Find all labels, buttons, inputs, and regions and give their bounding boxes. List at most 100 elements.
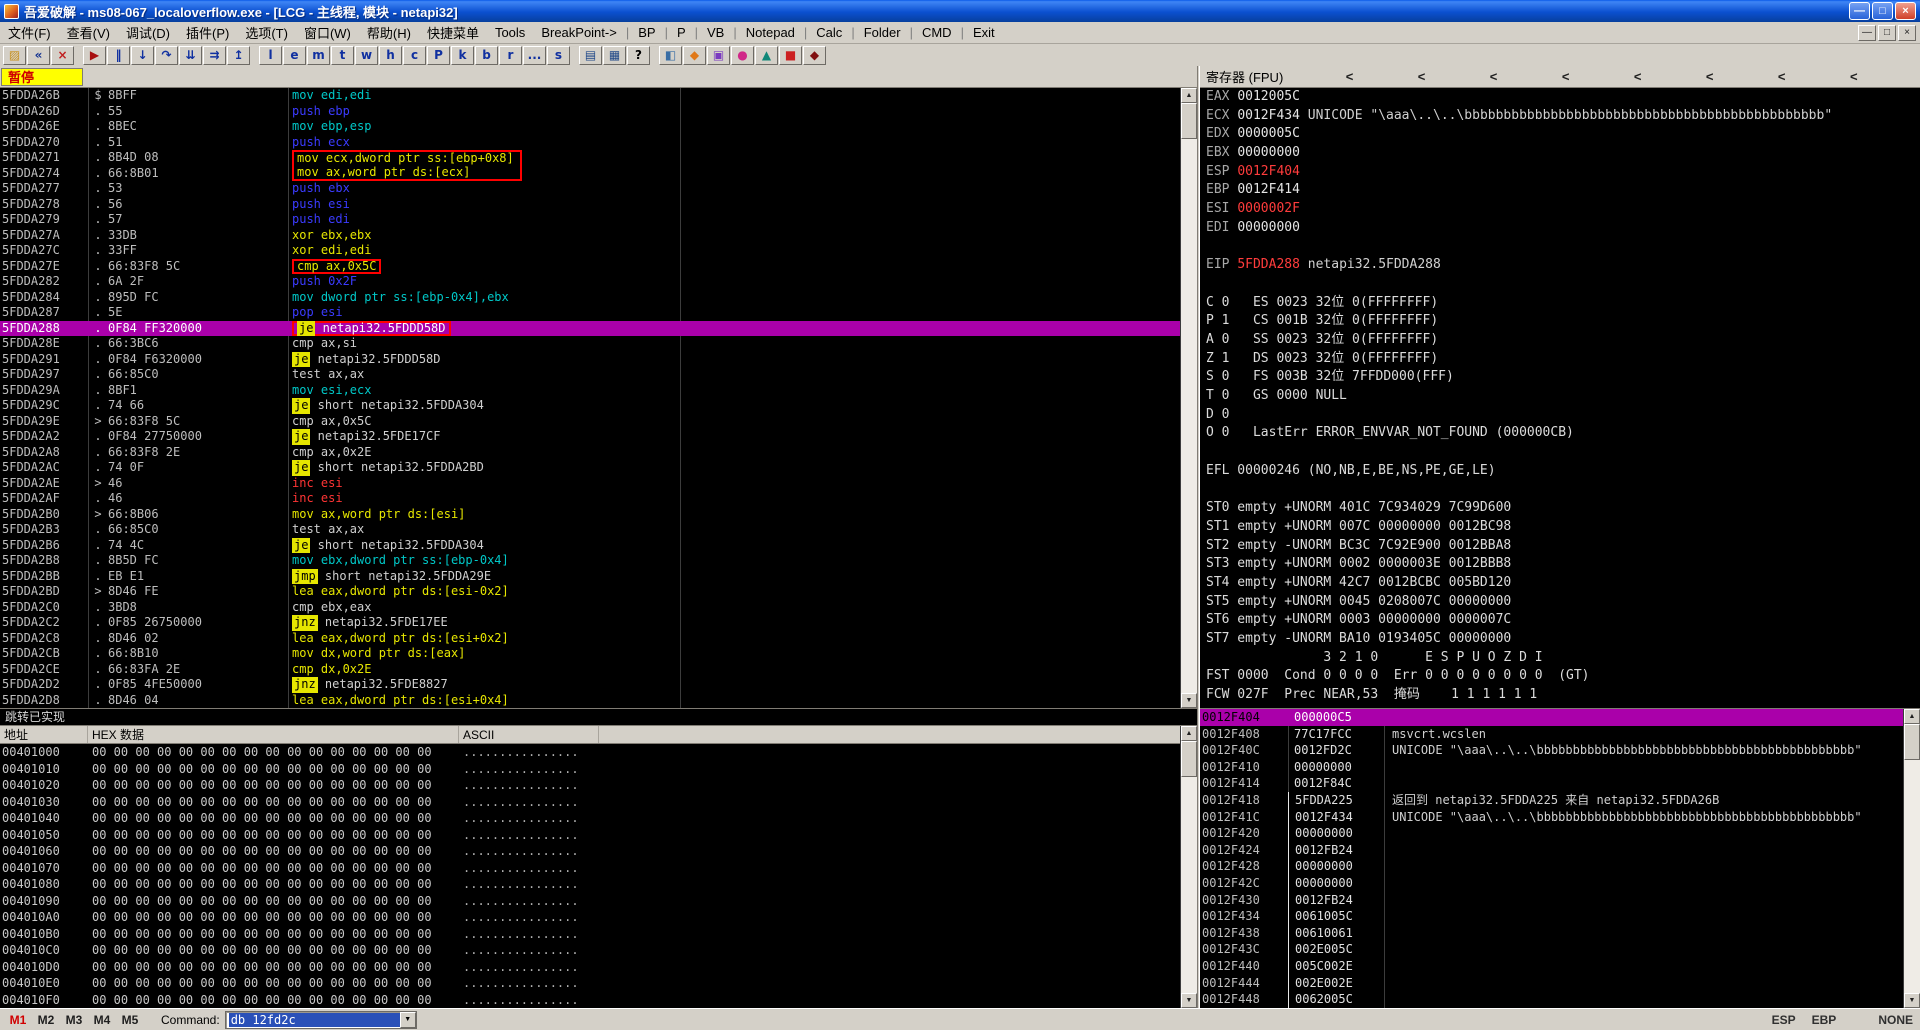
- disasm-row[interactable]: 5FDDA27C. 33FF xor edi,edi: [0, 243, 1180, 259]
- plugin-button-1[interactable]: ◧: [659, 45, 682, 65]
- stack-row[interactable]: 0012F43C 002E005C: [1200, 941, 1903, 958]
- close-process-button[interactable]: ×: [51, 45, 74, 65]
- disasm-row[interactable]: 5FDDA29E >66:83F8 5C cmp ax,0x5C: [0, 414, 1180, 430]
- stack-scrollbar[interactable]: ▲ ▼: [1903, 709, 1920, 1008]
- execute-till-return-button[interactable]: ↥: [227, 45, 250, 65]
- mdi-restore-button[interactable]: □: [1878, 24, 1896, 41]
- flag-line[interactable]: S 0 FS 003B 32位 7FFDD000(FFF): [1206, 368, 1920, 387]
- scroll-up-button[interactable]: ▲: [1181, 88, 1197, 103]
- scroll-down-button[interactable]: ▼: [1904, 993, 1920, 1008]
- flag-line[interactable]: O 0 LastErr ERROR_ENVVAR_NOT_FOUND (0000…: [1206, 424, 1920, 443]
- dump-row[interactable]: 00401060 00 00 00 00 00 00 00 00 00 00 00…: [0, 843, 1180, 860]
- disasm-row[interactable]: 5FDDA270. 51 push ecx: [0, 135, 1180, 151]
- fpu-st6[interactable]: ST6 empty +UNORM 0003 00000000 0000007C: [1206, 611, 1920, 630]
- step-over-button[interactable]: ↷: [155, 45, 178, 65]
- disasm-row[interactable]: 5FDDA2B0 >66:8B06 mov ax,word ptr ds:[esi]: [0, 507, 1180, 523]
- trace-into-button[interactable]: ⇊: [179, 45, 202, 65]
- register-ecx[interactable]: ECX 0012F434 UNICODE "\aaa\..\..\bbbbbbb…: [1206, 107, 1920, 126]
- disasm-row[interactable]: 5FDDA27A. 33DB xor ebx,ebx: [0, 228, 1180, 244]
- register-esp[interactable]: ESP 0012F404: [1206, 163, 1920, 182]
- references-window-button[interactable]: r: [499, 45, 522, 65]
- plugin-button-2[interactable]: ◆: [683, 45, 706, 65]
- fpu-st2[interactable]: ST2 empty -UNORM BC3C 7C92E900 0012BBA8: [1206, 537, 1920, 556]
- title-bar[interactable]: 吾爱破解 - ms08-067_localoverflow.exe - [LCG…: [0, 0, 1920, 22]
- disasm-row[interactable]: 5FDDA297. 66:85C0 test ax,ax: [0, 367, 1180, 383]
- stack-row[interactable]: 0012F424 0012FB24: [1200, 841, 1903, 859]
- fst-line[interactable]: FST 0000 Cond 0 0 0 0 Err 0 0 0 0 0 0 0 …: [1206, 667, 1920, 686]
- fpu-st4[interactable]: ST4 empty +UNORM 42C7 0012BCBC 005BD120: [1206, 574, 1920, 593]
- scroll-up-button[interactable]: ▲: [1181, 726, 1197, 741]
- menu-item-options[interactable]: 选项(T): [237, 21, 296, 44]
- maximize-button[interactable]: □: [1872, 2, 1893, 20]
- disasm-row[interactable]: 5FDDA26B $8BFF mov edi,edi: [0, 88, 1180, 104]
- fpu-st3[interactable]: ST3 empty +UNORM 0002 0000003E 0012BBB8: [1206, 555, 1920, 574]
- pane-chevron-icon[interactable]: <: [1776, 69, 1788, 84]
- dump-row[interactable]: 004010E0 00 00 00 00 00 00 00 00 00 00 00…: [0, 975, 1180, 992]
- help-button[interactable]: ?: [627, 45, 650, 65]
- log-data-button[interactable]: ▤: [579, 45, 602, 65]
- disassembly-view[interactable]: 5FDDA26B $8BFF mov edi,edi 5FDDA26D. 55 push …: [0, 88, 1180, 708]
- disasm-row[interactable]: 5FDDA2A8. 66:83F8 2E cmp ax,0x2E: [0, 445, 1180, 461]
- open-file-button[interactable]: ▨: [3, 45, 26, 65]
- disasm-row[interactable]: 5FDDA2BD >8D46 FE lea eax,dword ptr ds:[es…: [0, 584, 1180, 600]
- pane-chevron-icon[interactable]: <: [1560, 69, 1572, 84]
- stack-view[interactable]: 0012F404 000000C5 0012F408 77C17FCC msvcrt.w…: [1200, 709, 1903, 1008]
- stack-row[interactable]: 0012F408 77C17FCC msvcrt.wcslen: [1200, 726, 1903, 743]
- menu-item-shortcut-menu[interactable]: 快捷菜单: [419, 21, 487, 44]
- quick-button-cmd[interactable]: CMD: [914, 23, 960, 42]
- disasm-row[interactable]: 5FDDA271. 8B4D 08 mov ecx,dword ptr ss:[eb…: [0, 150, 1180, 166]
- menu-item-plugins[interactable]: 插件(P): [178, 21, 237, 44]
- menu-item-file[interactable]: 文件(F): [0, 21, 59, 44]
- register-esi[interactable]: ESI 0000002F: [1206, 200, 1920, 219]
- disasm-row[interactable]: 5FDDA2A2. 0F84 27750000 je netapi32.5FDE17…: [0, 429, 1180, 445]
- flag-line[interactable]: D 0: [1206, 406, 1920, 425]
- dump-row[interactable]: 004010F0 00 00 00 00 00 00 00 00 00 00 00…: [0, 992, 1180, 1009]
- pane-chevron-icon[interactable]: <: [1848, 69, 1860, 84]
- stack-row[interactable]: 0012F440 005C002E: [1200, 957, 1903, 975]
- plugin-button-3[interactable]: ▣: [707, 45, 730, 65]
- tab-m5[interactable]: M5: [117, 1011, 143, 1029]
- stack-row[interactable]: 0012F448 0062005C: [1200, 991, 1903, 1008]
- dump-row[interactable]: 00401030 00 00 00 00 00 00 00 00 00 00 00…: [0, 794, 1180, 811]
- dump-row[interactable]: 004010C0 00 00 00 00 00 00 00 00 00 00 00…: [0, 942, 1180, 959]
- disasm-row[interactable]: 5FDDA2B8. 8B5D FC mov ebx,dword ptr ss:[eb…: [0, 553, 1180, 569]
- scrollbar-thumb[interactable]: [1181, 741, 1197, 777]
- register-edx[interactable]: EDX 0000005C: [1206, 125, 1920, 144]
- disasm-row[interactable]: 5FDDA2CE. 66:83FA 2E cmp dx,0x2E: [0, 662, 1180, 678]
- mdi-minimize-button[interactable]: —: [1858, 24, 1876, 41]
- dump-header-hex[interactable]: HEX 数据: [88, 726, 459, 743]
- patches-window-button[interactable]: P: [427, 45, 450, 65]
- disasm-row[interactable]: 5FDDA2CB. 66:8B10 mov dx,word ptr ds:[eax]: [0, 646, 1180, 662]
- dump-scrollbar[interactable]: ▲ ▼: [1180, 726, 1197, 1008]
- registers-pane[interactable]: EAX 0012005C ECX 0012F434 UNICODE "\aaa\.…: [1200, 88, 1920, 708]
- disasm-row[interactable]: 5FDDA2AF. 46 inc esi: [0, 491, 1180, 507]
- minimize-button[interactable]: —: [1849, 2, 1870, 20]
- stack-row[interactable]: 0012F430 0012FB24: [1200, 891, 1903, 909]
- register-ebx[interactable]: EBX 00000000: [1206, 144, 1920, 163]
- flag-line[interactable]: T 0 GS 0000 NULL: [1206, 387, 1920, 406]
- menu-item-tools-menu[interactable]: Tools: [487, 23, 533, 42]
- efl-line[interactable]: EFL 00000246 (NO,NB,E,BE,NS,PE,GE,LE): [1206, 462, 1920, 481]
- dump-row[interactable]: 00401000 00 00 00 00 00 00 00 00 00 00 00…: [0, 744, 1180, 761]
- disasm-row[interactable]: 5FDDA29A. 8BF1 mov esi,ecx: [0, 383, 1180, 399]
- run-trace-button[interactable]: ...: [523, 45, 546, 65]
- disasm-row[interactable]: 5FDDA278. 56 push esi: [0, 197, 1180, 213]
- pane-chevron-icon[interactable]: <: [1344, 69, 1356, 84]
- menu-item-help[interactable]: 帮助(H): [359, 21, 419, 44]
- plugin-button-7[interactable]: ◆: [803, 45, 826, 65]
- dump-row[interactable]: 00401050 00 00 00 00 00 00 00 00 00 00 00…: [0, 827, 1180, 844]
- pane-chevron-icon[interactable]: <: [1632, 69, 1644, 84]
- pane-chevron-icon[interactable]: <: [1416, 69, 1428, 84]
- menu-item-debug[interactable]: 调试(D): [118, 21, 178, 44]
- disasm-row[interactable]: 5FDDA2B3. 66:85C0 test ax,ax: [0, 522, 1180, 538]
- memory-map-button[interactable]: m: [307, 45, 330, 65]
- scroll-down-button[interactable]: ▼: [1181, 993, 1197, 1008]
- stack-row[interactable]: 0012F42C 00000000: [1200, 874, 1903, 892]
- fpu-st0[interactable]: ST0 empty +UNORM 401C 7C934029 7C99D600: [1206, 499, 1920, 518]
- command-input[interactable]: db 12fd2c ▼: [224, 1010, 417, 1029]
- close-button[interactable]: ×: [1895, 2, 1916, 20]
- tab-m2[interactable]: M2: [33, 1011, 59, 1029]
- stack-row[interactable]: 0012F404 000000C5: [1200, 709, 1903, 726]
- disasm-row[interactable]: 5FDDA288. 0F84 FF320000 je netapi32.5FDDD5…: [0, 320, 1180, 336]
- dump-row[interactable]: 00401040 00 00 00 00 00 00 00 00 00 00 00…: [0, 810, 1180, 827]
